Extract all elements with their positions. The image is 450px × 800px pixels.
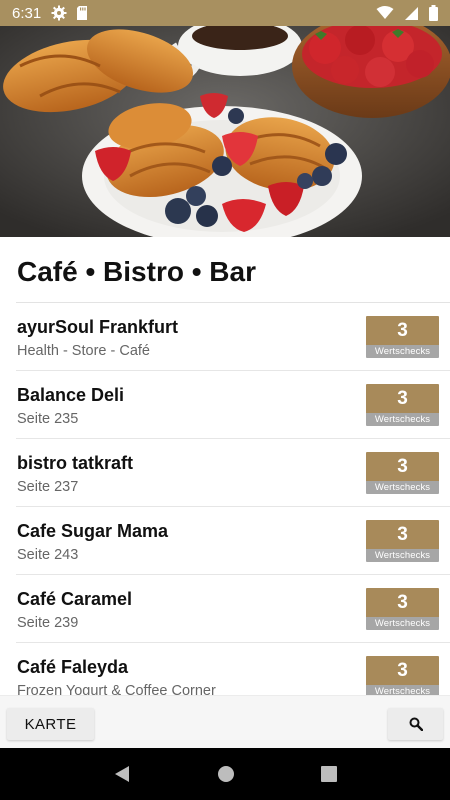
hero-image — [0, 26, 450, 237]
sd-card-icon — [75, 5, 91, 21]
signal-icon — [404, 6, 419, 21]
bottom-action-bar: KARTE — [0, 695, 450, 748]
search-button[interactable] — [388, 708, 443, 740]
voucher-label: Wertschecks — [366, 549, 439, 562]
voucher-label: Wertschecks — [366, 617, 439, 630]
voucher-label: Wertschecks — [366, 413, 439, 426]
voucher-badge: 3 Wertschecks — [366, 656, 439, 695]
list-item[interactable]: Café Caramel Seite 239 3 Wertschecks — [16, 575, 450, 643]
page-title: Café • Bistro • Bar — [17, 256, 256, 287]
voucher-label: Wertschecks — [366, 481, 439, 494]
list-item[interactable]: Cafe Sugar Mama Seite 243 3 Wertschecks — [16, 507, 450, 575]
venue-name: Balance Deli — [17, 385, 125, 405]
back-icon[interactable] — [113, 765, 131, 783]
search-icon — [409, 717, 423, 731]
list-item[interactable]: ayurSoul Frankfurt Health - Store - Café… — [16, 303, 450, 371]
list-item[interactable]: Balance Deli Seite 235 3 Wertschecks — [16, 371, 450, 439]
voucher-badge: 3 Wertschecks — [366, 520, 439, 562]
voucher-badge: 3 Wertschecks — [366, 452, 439, 494]
wifi-icon — [376, 6, 394, 20]
venue-name: Café Faleyda — [17, 657, 129, 677]
venue-subtitle: Frozen Yogurt & Coffee Corner — [17, 683, 216, 695]
list-item[interactable]: Café Faleyda Frozen Yogurt & Coffee Corn… — [16, 643, 450, 695]
voucher-count: 3 — [366, 316, 439, 345]
venue-list[interactable]: ayurSoul Frankfurt Health - Store - Café… — [0, 303, 450, 695]
status-time: 6:31 — [12, 4, 42, 22]
status-bar: 6:31 — [0, 0, 450, 26]
voucher-count: 3 — [366, 588, 439, 617]
system-nav-bar — [0, 748, 450, 800]
venue-name: ayurSoul Frankfurt — [17, 317, 179, 337]
venue-name: Café Caramel — [17, 589, 133, 609]
venue-name: bistro tatkraft — [17, 453, 134, 473]
voucher-label: Wertschecks — [366, 345, 439, 358]
gear-icon — [51, 5, 67, 21]
list-item[interactable]: bistro tatkraft Seite 237 3 Wertschecks — [16, 439, 450, 507]
venue-subtitle: Seite 243 — [17, 547, 79, 563]
venue-subtitle: Seite 239 — [17, 615, 79, 631]
voucher-count: 3 — [366, 656, 439, 685]
voucher-count: 3 — [366, 520, 439, 549]
voucher-badge: 3 Wertschecks — [366, 316, 439, 358]
voucher-badge: 3 Wertschecks — [366, 384, 439, 426]
venue-subtitle: Health - Store - Café — [17, 343, 150, 359]
voucher-count: 3 — [366, 452, 439, 481]
home-icon[interactable] — [217, 765, 235, 783]
map-button[interactable]: KARTE — [7, 708, 94, 740]
venue-subtitle: Seite 237 — [17, 479, 79, 495]
voucher-badge: 3 Wertschecks — [366, 588, 439, 630]
voucher-label: Wertschecks — [366, 685, 439, 695]
battery-icon — [429, 5, 438, 21]
voucher-count: 3 — [366, 384, 439, 413]
venue-name: Cafe Sugar Mama — [17, 521, 169, 541]
recents-icon[interactable] — [321, 766, 337, 782]
venue-subtitle: Seite 235 — [17, 411, 79, 427]
